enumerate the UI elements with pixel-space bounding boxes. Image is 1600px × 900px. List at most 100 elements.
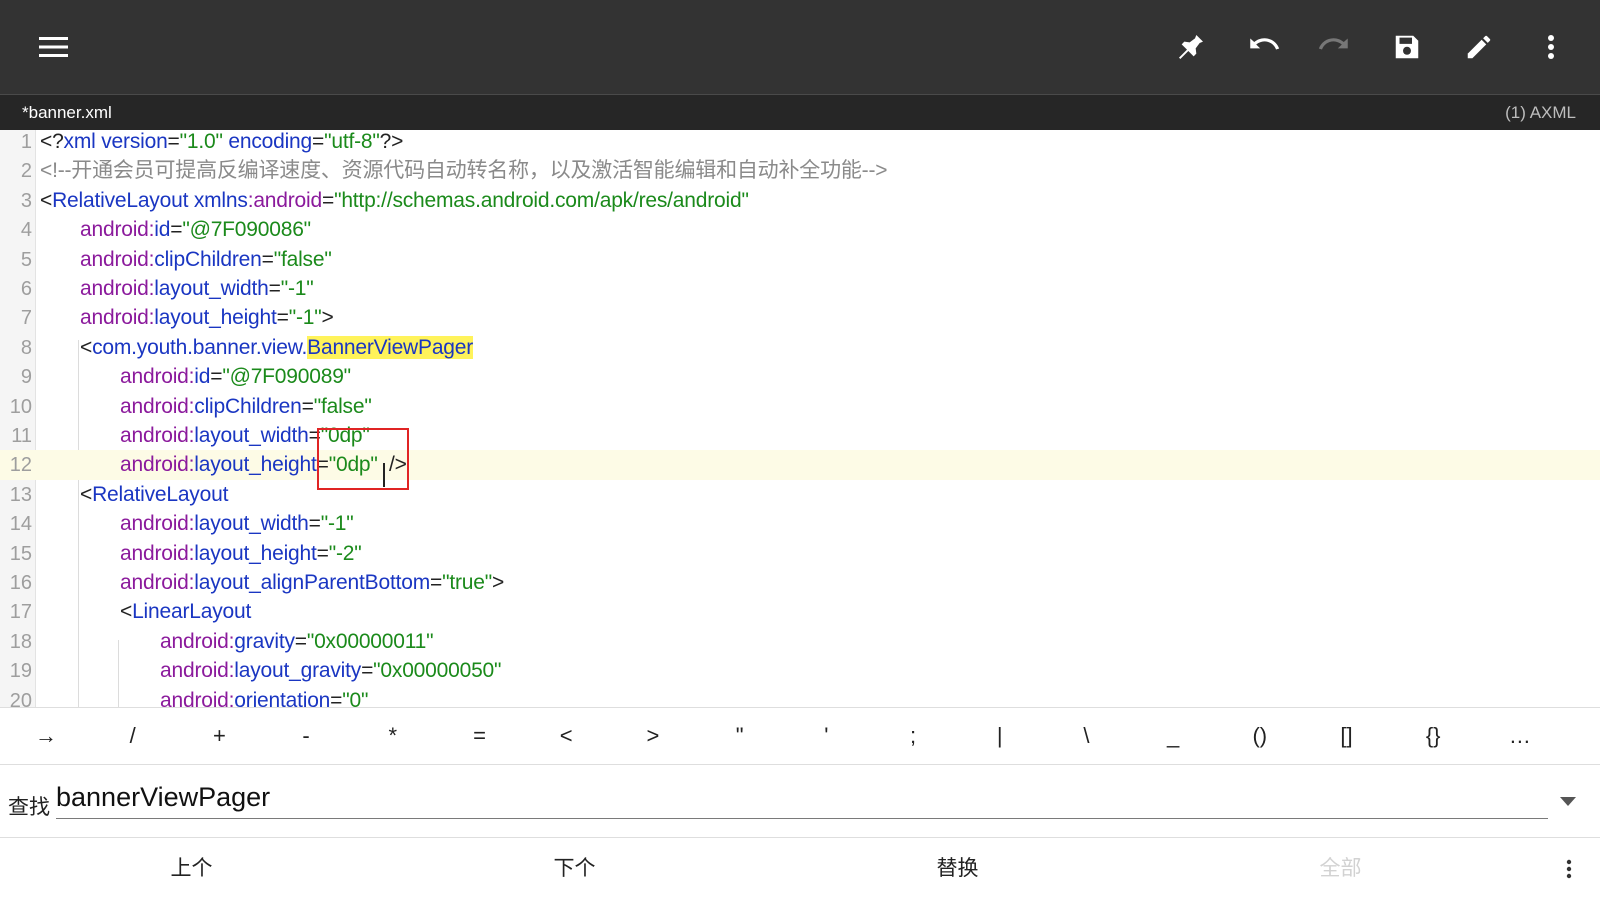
symbol-key[interactable]: + — [175, 708, 263, 764]
code-line[interactable]: 8 <com.youth.banner.view.BannerViewPager — [0, 333, 1600, 363]
code-line[interactable]: 3 <RelativeLayout xmlns:android="http://s… — [0, 186, 1600, 216]
code-token: "false" — [273, 247, 332, 271]
code-token: version — [101, 130, 168, 153]
code-token: "http://schemas.android.com/apk/res/andr… — [334, 188, 749, 212]
code-line[interactable]: 20 android:orientation="0" — [0, 686, 1600, 707]
edit-icon[interactable] — [1454, 22, 1504, 72]
code-token: layout_gravity — [234, 659, 362, 683]
code-token: "1.0" — [179, 130, 223, 153]
code-line[interactable]: 18 android:gravity="0x00000011" — [0, 627, 1600, 657]
symbol-key[interactable]: _ — [1129, 708, 1217, 764]
code-token: "0x00000050" — [373, 659, 502, 683]
code-text: <RelativeLayout — [80, 480, 228, 510]
code-token: "utf-8" — [324, 130, 380, 153]
code-token: clipChildren — [154, 247, 262, 271]
code-token: = — [170, 218, 183, 242]
code-text: android:clipChildren="false" — [120, 392, 372, 422]
symbol-key[interactable]: | — [956, 708, 1044, 764]
code-line[interactable]: 10 android:clipChildren="false" — [0, 392, 1600, 422]
code-token: layout_height — [194, 453, 317, 477]
line-number: 14 — [9, 513, 32, 536]
top-toolbar — [0, 0, 1600, 94]
find-next-button[interactable]: 下个 — [383, 838, 766, 900]
undo-icon[interactable] — [1238, 22, 1288, 72]
find-input[interactable] — [56, 779, 1548, 819]
code-line[interactable]: 2 <!--开通会员可提高反编译速度、资源代码自动转名称，以及激活智能编辑和自动补… — [0, 156, 1600, 186]
file-tab-title[interactable]: *banner.xml — [22, 103, 112, 123]
code-token: <? — [40, 130, 64, 153]
code-line[interactable]: 6 android:layout_width="-1" — [0, 274, 1600, 304]
code-token: > — [491, 571, 505, 594]
code-line[interactable]: 17 <LinearLayout — [0, 597, 1600, 627]
find-label: 查找 — [8, 796, 50, 819]
line-number: 5 — [20, 248, 32, 271]
code-token: < — [80, 335, 93, 359]
symbol-key[interactable]: > — [609, 708, 697, 764]
code-token: android: — [80, 247, 155, 271]
line-number: 2 — [20, 160, 32, 183]
code-text: android:clipChildren="false" — [80, 245, 332, 275]
line-number: 15 — [9, 542, 32, 565]
code-text: <LinearLayout — [120, 597, 251, 627]
symbol-key[interactable]: {} — [1389, 708, 1477, 764]
code-token: com.youth.banner.view. — [92, 335, 308, 359]
code-text: <?xml version="1.0" encoding="utf-8"?> — [40, 130, 403, 157]
code-token: orientation — [234, 688, 331, 707]
symbol-key[interactable]: () — [1216, 708, 1304, 764]
code-token: "-2" — [328, 541, 362, 565]
code-token: "@7F090089" — [222, 365, 351, 389]
hamburger-menu-icon[interactable] — [29, 22, 79, 72]
symbol-key[interactable]: - — [262, 708, 350, 764]
code-token: = — [330, 688, 343, 707]
symbol-key[interactable]: … — [1476, 708, 1564, 764]
symbol-key[interactable]: < — [522, 708, 610, 764]
code-token: xmlns — [193, 188, 248, 212]
code-token: android: — [120, 424, 195, 447]
symbol-key[interactable]: / — [89, 708, 177, 764]
symbol-key[interactable]: [] — [1303, 708, 1391, 764]
code-line[interactable]: 7 android:layout_height="-1"> — [0, 303, 1600, 333]
code-line[interactable]: 19 android:layout_gravity="0x00000050" — [0, 656, 1600, 686]
symbol-key[interactable]: " — [696, 708, 784, 764]
code-text: android:layout_gravity="0x00000050" — [160, 656, 501, 686]
code-line[interactable]: 16 android:layout_alignParentBottom="true… — [0, 568, 1600, 598]
code-line[interactable]: 9 android:id="@7F090089" — [0, 362, 1600, 392]
save-icon[interactable] — [1382, 22, 1432, 72]
code-token: RelativeLayout — [52, 188, 189, 212]
pin-icon[interactable] — [1166, 22, 1216, 72]
dropdown-arrow-icon[interactable] — [1560, 797, 1576, 806]
symbol-key[interactable]: ; — [869, 708, 957, 764]
code-token: gravity — [234, 629, 295, 653]
code-token: :android — [247, 188, 322, 212]
code-line[interactable]: 15 android:layout_height="-2" — [0, 539, 1600, 569]
code-line[interactable]: 11 android:layout_width="0dp" — [0, 421, 1600, 451]
code-line[interactable]: 14 android:layout_width="-1" — [0, 509, 1600, 539]
text-cursor — [383, 463, 385, 487]
find-previous-button[interactable]: 上个 — [0, 838, 383, 900]
replace-all-button: 全部 — [1319, 857, 1362, 880]
line-number: 17 — [9, 601, 32, 624]
symbol-key[interactable]: * — [349, 708, 437, 764]
symbol-key[interactable]: = — [436, 708, 524, 764]
code-line[interactable]: 1 <?xml version="1.0" encoding="utf-8"?> — [0, 130, 1600, 157]
line-number: 18 — [9, 630, 32, 653]
code-token: id — [154, 218, 171, 242]
code-token: = — [301, 394, 314, 418]
code-line[interactable]: 5 android:clipChildren="false" — [0, 245, 1600, 275]
code-editor[interactable]: 1 <?xml version="1.0" encoding="utf-8"?> 2… — [0, 130, 1600, 707]
find-action-bar: 上个 下个 替换 全部 — [0, 837, 1600, 900]
symbol-key[interactable]: \ — [1042, 708, 1130, 764]
code-token: clipChildren — [194, 394, 302, 418]
code-text: android:layout_height="-2" — [120, 539, 362, 569]
symbol-key[interactable]: → — [2, 708, 90, 764]
find-bar: 查找 — [0, 765, 1600, 837]
replace-button[interactable]: 替换 — [766, 838, 1149, 900]
more-vert-icon[interactable] — [1554, 838, 1584, 900]
code-line[interactable]: 13 <RelativeLayout — [0, 480, 1600, 510]
code-token: layout_width — [194, 424, 309, 447]
code-text: <com.youth.banner.view.BannerViewPager — [80, 333, 473, 363]
code-line[interactable]: 4 android:id="@7F090086" — [0, 215, 1600, 245]
code-line[interactable]: 12 android:layout_height="0dp" /> — [0, 450, 1600, 481]
more-vert-icon[interactable] — [1526, 22, 1576, 72]
symbol-key[interactable]: ' — [782, 708, 870, 764]
